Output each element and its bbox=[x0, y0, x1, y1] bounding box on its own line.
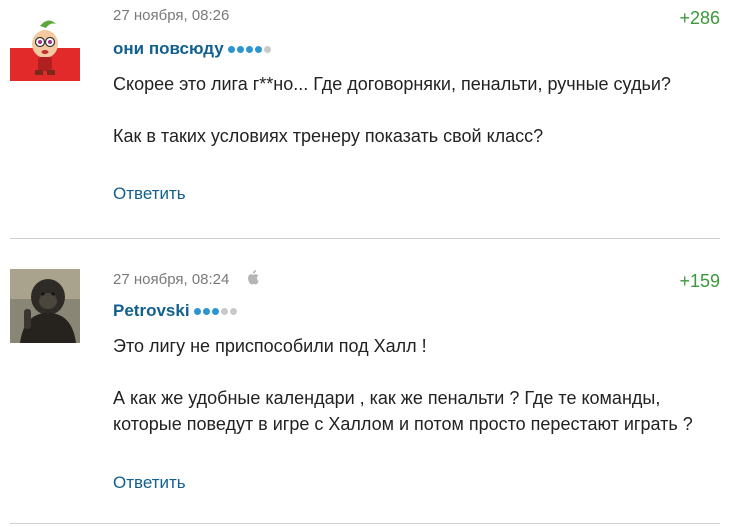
comment-date-row: 27 ноября, 08:24 bbox=[113, 270, 259, 289]
comment-item: 27 ноября, 08:24 +159 Petrovski Это лигу… bbox=[0, 0, 730, 492]
rating-dot bbox=[229, 307, 237, 315]
reply-link[interactable]: Ответить bbox=[113, 473, 186, 493]
avatar[interactable] bbox=[10, 269, 80, 343]
rating-dot bbox=[202, 307, 210, 315]
votes-count[interactable]: +159 bbox=[679, 271, 720, 292]
user-rating-dots bbox=[193, 307, 237, 315]
rating-dot bbox=[220, 307, 228, 315]
gorilla-photo-avatar-icon bbox=[10, 269, 80, 343]
comment-date: 27 ноября, 08:24 bbox=[113, 271, 230, 288]
apple-icon bbox=[246, 270, 259, 289]
comment-paragraph: Это лигу не приспособили под Халл ! bbox=[113, 336, 427, 356]
author-row: Petrovski bbox=[113, 301, 237, 321]
rating-dot bbox=[193, 307, 201, 315]
comment-paragraph: А как же удобные календари , как же пена… bbox=[113, 388, 693, 434]
comment-divider bbox=[10, 523, 720, 524]
rating-dot bbox=[211, 307, 219, 315]
comment-text: Это лигу не приспособили под Халл ! А ка… bbox=[113, 333, 713, 437]
author-name[interactable]: Petrovski bbox=[113, 301, 190, 321]
